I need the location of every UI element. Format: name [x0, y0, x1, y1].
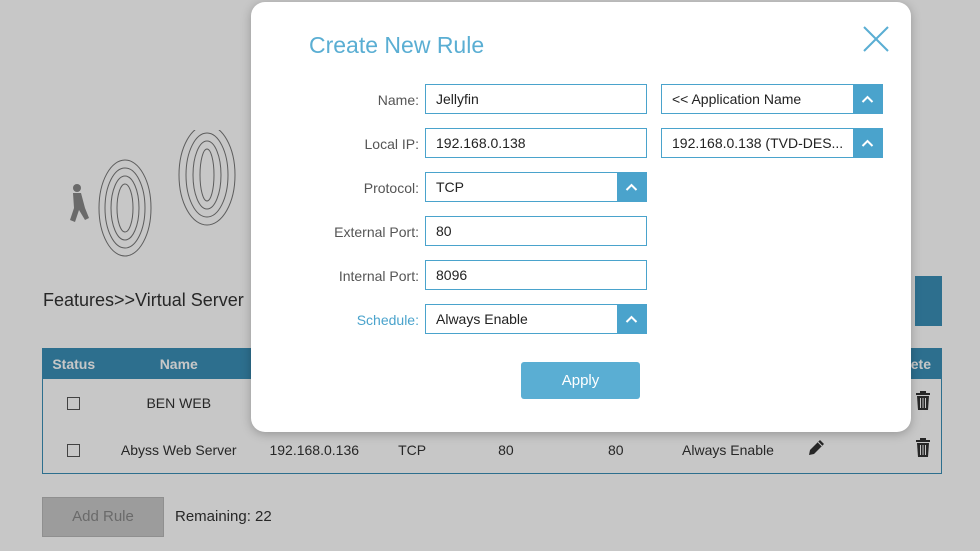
create-rule-dialog: Create New Rule Name: << Application Nam…	[251, 2, 911, 432]
schedule-select[interactable]: Always Enable	[425, 304, 647, 334]
computer-name-select[interactable]: 192.168.0.138 (TVD-DES...	[661, 128, 883, 158]
schedule-label[interactable]: Schedule:	[357, 312, 419, 328]
protocol-label: Protocol:	[363, 180, 419, 196]
external-port-label: External Port:	[334, 224, 419, 240]
local-ip-input[interactable]	[425, 128, 647, 158]
apply-button[interactable]: Apply	[521, 362, 640, 399]
name-label: Name:	[377, 92, 419, 108]
internal-port-input[interactable]	[425, 260, 647, 290]
external-port-input[interactable]	[425, 216, 647, 246]
computer-name-value: 192.168.0.138 (TVD-DES...	[672, 135, 844, 151]
chevron-up-icon	[853, 129, 882, 157]
chevron-up-icon	[617, 173, 646, 201]
protocol-select[interactable]: TCP	[425, 172, 647, 202]
schedule-value: Always Enable	[436, 311, 528, 327]
application-name-value: << Application Name	[672, 91, 802, 107]
application-name-select[interactable]: << Application Name	[661, 84, 883, 114]
local-ip-label: Local IP:	[364, 136, 419, 152]
name-input[interactable]	[425, 84, 647, 114]
dialog-title: Create New Rule	[309, 32, 485, 58]
protocol-value: TCP	[436, 179, 464, 195]
close-icon[interactable]	[861, 24, 891, 54]
chevron-up-icon	[617, 305, 646, 333]
internal-port-label: Internal Port:	[338, 268, 419, 284]
chevron-up-icon	[853, 85, 882, 113]
